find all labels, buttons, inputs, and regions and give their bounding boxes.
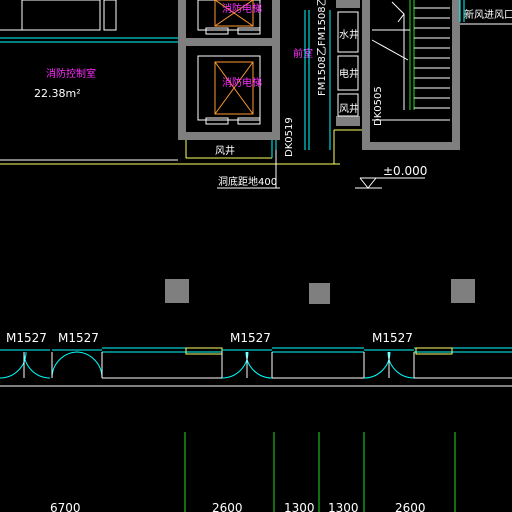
column: [165, 279, 189, 303]
dimension-label-1: 6700: [50, 501, 81, 512]
elevator-core: 消防电梯 消防电梯 风井 DK0519: [178, 0, 295, 159]
fresh-air-inlet-label: 新风进风口: [464, 8, 512, 21]
fire-elevator-2-label: 消防电梯: [222, 76, 262, 89]
door-label-4: M1527: [372, 331, 413, 345]
dimension-label-2: 2600: [212, 501, 243, 512]
sump-note: 洞底距地400: [218, 175, 277, 188]
door-label-1: M1527: [6, 331, 47, 345]
door-label-3: M1527: [230, 331, 271, 345]
front-room-and-shafts: 前室 FM1508乙FM1508乙 水井 电井 风井 DK0505: [293, 0, 384, 164]
fresh-air-inlet: 新风进风口: [459, 0, 512, 25]
door-m1527: M1527: [363, 331, 415, 379]
fire-elevator-1-label: 消防电梯: [222, 2, 262, 15]
door-m1527: M1527: [221, 331, 273, 379]
dimension-label-3: 1300: [284, 501, 315, 512]
control-room-area: 22.38m²: [34, 87, 81, 100]
annotations: 洞底距地400 ±0.000: [217, 150, 427, 189]
dimension-lines: 6700 2600 1300 1300 2600: [50, 432, 456, 512]
dk-left-label: DK0519: [284, 117, 295, 157]
door-m1527: M1527: [51, 331, 103, 379]
elec-shaft-label: 电井: [339, 67, 359, 80]
door-tag-vertical: FM1508乙FM1508乙: [316, 0, 328, 96]
door-row: M1527 M1527 M1527 M1527: [0, 331, 512, 387]
control-room-label: 消防控制室: [46, 67, 96, 80]
elevation-label: ±0.000: [383, 164, 427, 178]
air-shaft-bottom-label: 风井: [215, 144, 235, 157]
door-label-2: M1527: [58, 331, 99, 345]
control-room-upper-box: [21, 0, 101, 31]
cad-floor-plan: 消防控制室 22.38m² 消防电梯 消防电梯 风井 DK0519 前室 FM1…: [0, 0, 512, 512]
staircase: [362, 0, 460, 150]
dimension-label-4: 1300: [328, 501, 359, 512]
water-shaft-label: 水井: [339, 28, 359, 41]
columns: [165, 279, 475, 304]
air-shaft-right-label: 风井: [339, 102, 359, 115]
dimension-label-5: 2600: [395, 501, 426, 512]
door-m1527: M1527: [0, 331, 51, 379]
column: [309, 283, 330, 304]
column: [451, 279, 475, 303]
front-room-label: 前室: [293, 47, 313, 60]
